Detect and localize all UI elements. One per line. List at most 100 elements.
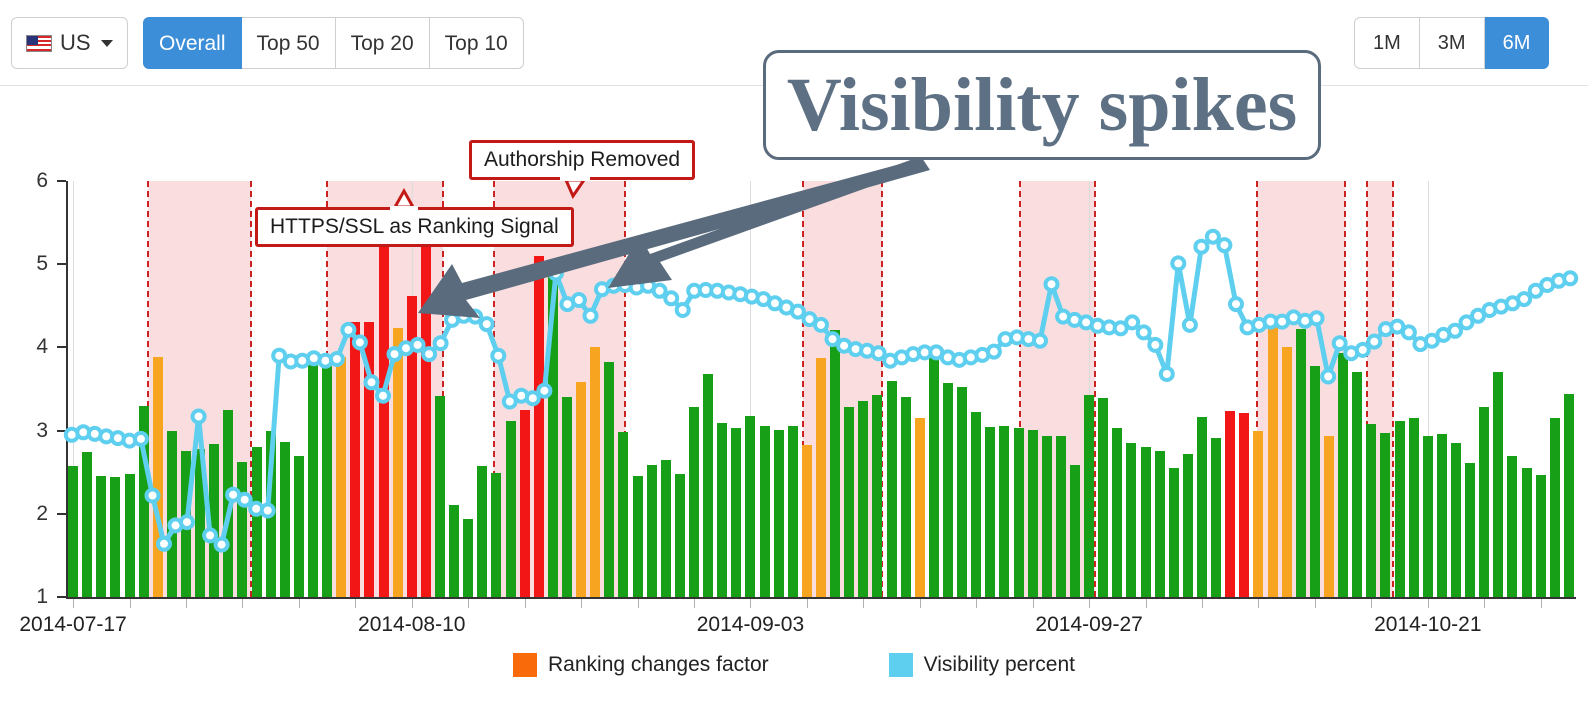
line-marker[interactable] [1170, 255, 1187, 272]
legend-item-ranking-changes-factor[interactable]: Ranking changes factor [513, 653, 769, 677]
line-marker[interactable] [432, 335, 449, 352]
x-axis-tick [1540, 599, 1542, 608]
y-axis-tick [57, 596, 66, 598]
line-marker[interactable] [536, 382, 553, 399]
legend-item-visibility-percent[interactable]: Visibility percent [888, 653, 1075, 677]
line-marker[interactable] [363, 374, 380, 391]
range-6m[interactable]: 6M [1484, 17, 1550, 69]
x-axis-tick [355, 599, 357, 608]
x-axis-tick [242, 599, 244, 608]
line-marker[interactable] [259, 502, 276, 519]
line-marker[interactable] [663, 290, 680, 307]
tab-top-50[interactable]: Top 50 [241, 17, 336, 69]
x-axis-tick [1427, 599, 1429, 608]
line-marker[interactable] [179, 514, 195, 531]
time-range-group: 1M 3M 6M [1354, 17, 1550, 69]
line-marker[interactable] [421, 346, 438, 363]
range-3m[interactable]: 3M [1419, 17, 1485, 69]
line-marker[interactable] [409, 336, 426, 353]
legend-label-visibility-percent: Visibility percent [923, 653, 1075, 676]
y-axis-label: 3 [36, 418, 48, 442]
line-marker[interactable] [236, 491, 253, 508]
line-marker[interactable] [340, 321, 357, 338]
line-marker[interactable] [490, 347, 507, 364]
line-marker[interactable] [213, 536, 230, 553]
line-marker[interactable] [144, 487, 161, 504]
line-marker[interactable] [789, 303, 806, 320]
y-axis-tick [57, 512, 66, 515]
country-selector-button[interactable]: US [11, 17, 128, 69]
x-axis-tick [637, 599, 639, 608]
y-axis-tick [57, 346, 66, 349]
line-marker[interactable] [985, 343, 1002, 360]
line-marker[interactable] [1147, 336, 1164, 353]
line-marker[interactable] [1181, 316, 1198, 333]
line-marker[interactable] [202, 527, 219, 544]
x-axis-tick [1258, 599, 1260, 608]
tab-overall[interactable]: Overall [143, 17, 242, 69]
line-marker[interactable] [1516, 291, 1533, 308]
visibility-line-path [69, 234, 1573, 548]
legend-swatch-cyan [888, 653, 913, 677]
line-marker[interactable] [1032, 332, 1048, 349]
line-marker[interactable] [1308, 310, 1325, 327]
x-axis-label: 2014-07-17 [19, 613, 127, 636]
line-marker[interactable] [1562, 270, 1579, 287]
x-axis-tick [1089, 599, 1091, 608]
line-marker[interactable] [1193, 238, 1210, 255]
line-marker[interactable] [1354, 341, 1371, 358]
line-marker[interactable] [674, 302, 691, 318]
y-axis-label: 1 [36, 585, 48, 608]
line-marker[interactable] [1447, 322, 1463, 339]
line-marker[interactable] [190, 408, 207, 425]
y-axis-label: 5 [36, 252, 48, 276]
line-marker[interactable] [132, 430, 149, 447]
line-marker[interactable] [1366, 333, 1383, 350]
legend-label-ranking-changes-factor: Ranking changes factor [548, 653, 769, 676]
line-marker[interactable] [1043, 276, 1060, 293]
line-marker[interactable] [547, 265, 564, 282]
x-axis-tick [863, 599, 865, 608]
line-marker[interactable] [813, 316, 829, 333]
x-axis-label: 2014-09-03 [696, 613, 805, 636]
tab-top-20[interactable]: Top 20 [335, 17, 430, 69]
x-axis-tick [185, 599, 187, 608]
line-marker[interactable] [524, 390, 541, 407]
x-axis-label: 2014-10-21 [1374, 613, 1482, 636]
x-axis-tick [1032, 599, 1034, 608]
line-marker[interactable] [467, 308, 484, 325]
line-marker[interactable] [351, 334, 368, 351]
x-axis-tick [298, 599, 300, 608]
line-marker[interactable] [478, 316, 495, 333]
line-marker[interactable] [1216, 237, 1233, 254]
line-marker[interactable] [1400, 324, 1417, 341]
line-marker[interactable] [1331, 335, 1348, 352]
y-axis-label: 4 [36, 335, 48, 359]
line-marker[interactable] [1228, 296, 1244, 313]
y-axis-tick [57, 263, 66, 266]
line-marker[interactable] [328, 351, 345, 367]
x-axis-tick [411, 599, 413, 608]
line-marker[interactable] [651, 282, 668, 299]
annotation-https-ssl: HTTPS/SSL as Ranking Signal [255, 207, 574, 247]
line-marker[interactable] [1204, 228, 1221, 245]
line-marker[interactable] [156, 535, 172, 552]
line-marker[interactable] [1135, 324, 1152, 341]
y-axis-label: 2 [36, 501, 48, 525]
view-filter-group: Overall Top 50 Top 20 Top 10 [143, 17, 524, 69]
x-axis-tick [976, 599, 978, 608]
visibility-chart: 1 2 3 4 5 6 2014-07-17 2014-08-10 2014-09-03 201… [0, 86, 1588, 707]
line-marker[interactable] [375, 387, 391, 404]
line-marker[interactable] [1158, 366, 1175, 382]
line-marker[interactable] [582, 307, 599, 324]
line-marker[interactable] [870, 345, 887, 362]
us-flag-icon [26, 34, 52, 52]
chevron-down-icon [100, 39, 113, 47]
tab-top-10[interactable]: Top 10 [429, 17, 524, 69]
range-1m[interactable]: 1M [1354, 17, 1420, 69]
line-marker[interactable] [1320, 368, 1337, 385]
line-marker[interactable] [1124, 314, 1141, 331]
line-marker[interactable] [570, 292, 587, 308]
y-axis-label: 6 [36, 169, 48, 192]
x-axis-tick [524, 599, 526, 608]
